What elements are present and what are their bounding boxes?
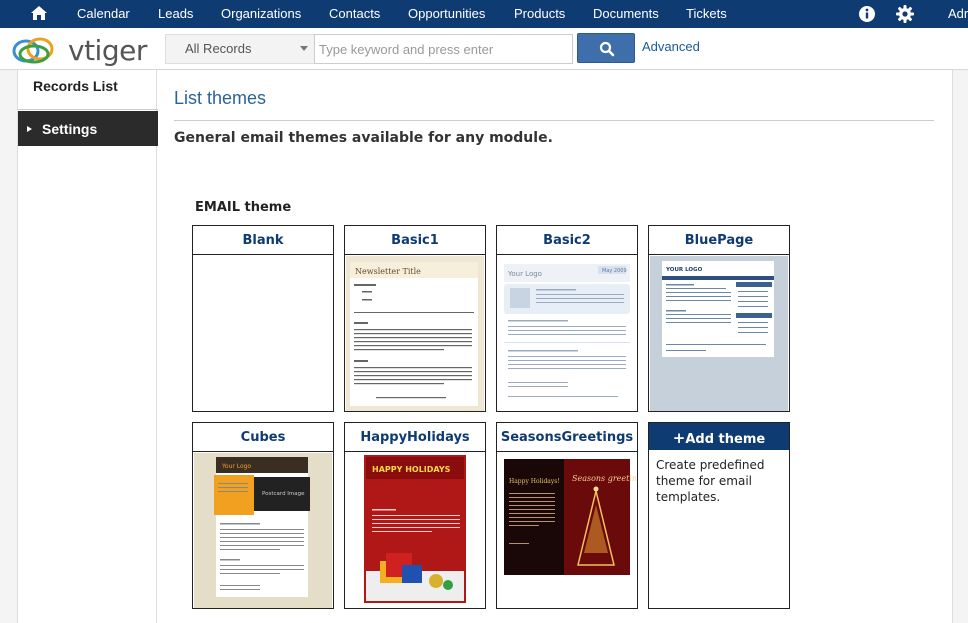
search-icon (599, 41, 615, 57)
theme-name: Basic2 (497, 226, 637, 255)
search-input[interactable] (314, 34, 573, 64)
search-bar: vtiger All Records Advanced (0, 28, 968, 70)
theme-card-bluepage[interactable]: BluePage YOUR LOGO (648, 225, 790, 412)
theme-card-basic1[interactable]: Basic1 Newsletter Title (344, 225, 486, 412)
thumb-title: Newsletter Title (355, 267, 421, 276)
plus-icon: + (672, 429, 686, 447)
theme-name: Blank (193, 226, 333, 255)
page-title: List themes (174, 88, 267, 108)
nav-contacts[interactable]: Contacts (329, 6, 380, 21)
theme-name: BluePage (649, 226, 789, 255)
theme-thumbnail[interactable]: Your Logo Postcard Image (194, 453, 332, 608)
theme-name: SeasonsGreetings (497, 423, 637, 452)
theme-card-seasonsgreetings[interactable]: SeasonsGreetings Happy Holidays! Seasons… (496, 422, 638, 609)
nav-calendar[interactable]: Calendar (77, 6, 130, 21)
add-theme-button[interactable]: +Add theme (649, 423, 789, 450)
search-button[interactable] (577, 33, 635, 63)
page-subtitle: General email themes available for any m… (174, 130, 553, 146)
theme-thumbnail[interactable]: Happy Holidays! Seasons greetings (498, 453, 636, 608)
nav-tickets[interactable]: Tickets (686, 6, 727, 21)
info-icon[interactable] (858, 5, 876, 23)
sidebar: Records List Settings (17, 70, 158, 623)
section-heading: EMAIL theme (195, 200, 292, 215)
theme-thumbnail[interactable]: Newsletter Title (346, 256, 484, 411)
logo-cloud-icon (12, 37, 54, 64)
vtiger-logo[interactable]: vtiger (10, 33, 160, 67)
theme-thumbnail[interactable]: Your Logo May 2009 (498, 256, 636, 411)
search-scope-select[interactable]: All Records (165, 34, 315, 64)
top-navbar: Calendar Leads Organizations Contacts Op… (0, 0, 968, 28)
add-theme-description: Create predefined theme for email templa… (656, 458, 765, 504)
theme-card-cubes[interactable]: Cubes Your Logo Postcard Image (192, 422, 334, 609)
thumb-title: Happy Holidays! (509, 478, 560, 485)
thumb-title: HAPPY HOLIDAYS (372, 465, 451, 474)
nav-organizations[interactable]: Organizations (221, 6, 301, 21)
thumb-logo: Your Logo (221, 463, 251, 470)
chevron-down-icon (300, 46, 308, 51)
search-scope-value: All Records (185, 41, 252, 56)
add-theme-label: Add theme (685, 432, 766, 447)
user-menu[interactable]: Adr (948, 6, 968, 21)
theme-name: Cubes (193, 423, 333, 452)
nav-leads[interactable]: Leads (158, 6, 193, 21)
theme-card-blank[interactable]: Blank (192, 225, 334, 412)
gear-icon[interactable] (895, 4, 915, 24)
scrollbar[interactable] (952, 70, 968, 623)
advanced-search-link[interactable]: Advanced (642, 39, 700, 54)
theme-thumbnail[interactable] (194, 256, 332, 411)
add-theme-card[interactable]: +Add theme Create predefined theme for e… (648, 422, 790, 609)
home-icon[interactable] (30, 4, 48, 22)
nav-products[interactable]: Products (514, 6, 565, 21)
sidebar-item-settings[interactable]: Settings (18, 111, 158, 146)
theme-card-basic2[interactable]: Basic2 Your Logo May 2009 (496, 225, 638, 412)
nav-opportunities[interactable]: Opportunities (408, 6, 485, 21)
sidebar-item-label: Settings (42, 121, 98, 137)
logo-text: vtiger (68, 34, 147, 67)
thumb-sub: Postcard Image (262, 491, 305, 497)
nav-documents[interactable]: Documents (593, 6, 659, 21)
thumb-logo: Your Logo (507, 270, 542, 278)
theme-name: HappyHolidays (345, 423, 485, 452)
theme-card-happyholidays[interactable]: HappyHolidays HAPPY HOLIDAYS (344, 422, 486, 609)
theme-thumbnail[interactable]: YOUR LOGO (650, 256, 788, 411)
thumb-badge: May 2009 (602, 268, 627, 274)
left-gutter (0, 70, 17, 623)
theme-thumbnail[interactable]: HAPPY HOLIDAYS (346, 453, 484, 608)
thumb-logo: YOUR LOGO (665, 267, 703, 273)
caret-right-icon (27, 126, 32, 132)
theme-name: Basic1 (345, 226, 485, 255)
sidebar-item-records-list[interactable]: Records List (18, 70, 158, 110)
divider (174, 120, 934, 121)
thumb-sub: Seasons greetings (572, 474, 636, 483)
